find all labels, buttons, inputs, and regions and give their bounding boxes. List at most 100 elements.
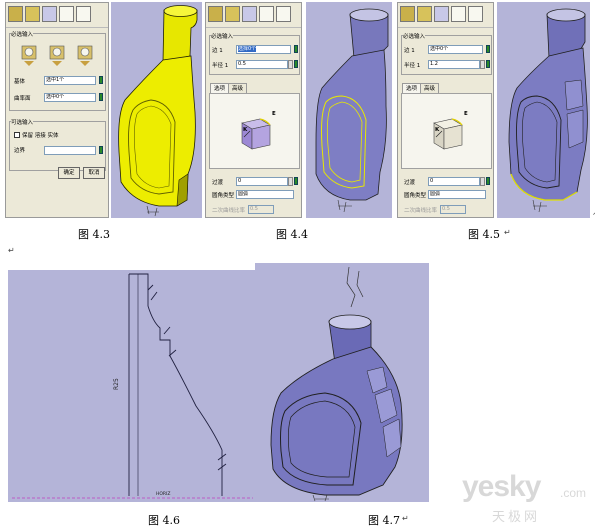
fillet-option-icons — [20, 43, 100, 67]
fillet-type-select[interactable]: 圆弧 — [428, 190, 486, 199]
radius-spinner[interactable] — [288, 60, 293, 69]
caption-4-7: 图 4.7 — [368, 514, 400, 527]
ratio-field[interactable]: 0.5 — [440, 205, 466, 214]
fillet-type-icon-1[interactable] — [21, 45, 37, 66]
body-field[interactable]: 选中1个 — [44, 76, 96, 85]
keep-checkbox-label: 保留 溶接 实体 — [22, 133, 59, 139]
cancel-button[interactable]: 取消 — [83, 167, 105, 179]
face-label: 曲率面 — [14, 96, 31, 102]
ratio-label: 二次曲线比率 — [212, 208, 246, 214]
radius-spinner[interactable] — [480, 60, 485, 69]
edge-select-indicator[interactable] — [294, 45, 298, 53]
edge-field[interactable]: 选中0个 — [428, 45, 483, 54]
transition-spinner[interactable] — [480, 177, 485, 186]
fillet-type-icon-2[interactable] — [49, 45, 65, 66]
toolbar-layers-icon[interactable] — [42, 6, 57, 22]
transition-field-value: 0 — [238, 178, 242, 184]
edge-field[interactable] — [44, 146, 96, 155]
viewport-3d[interactable] — [497, 2, 590, 218]
edge-select-indicator[interactable] — [99, 146, 103, 154]
ok-button[interactable]: 确定 — [58, 167, 80, 179]
edge-fillet-dialog-panel: 必选输入 边 1 选中0个 半径 1 1.2 选项 高级 E K 过渡 0 圆角… — [397, 2, 494, 218]
group-title-required: 必选输入 — [403, 32, 426, 40]
caption-4-5: 图 4.5 — [468, 228, 500, 241]
toolbar-tool-icon[interactable] — [225, 6, 240, 22]
edge-field[interactable]: 选择0个 — [236, 45, 291, 54]
edge-label: 边界 — [14, 148, 26, 154]
figure-4-4: 必选输入 边 1 选择0个 半径 1 0.5 选项 高级 E K 过渡 0 圆角… — [205, 2, 392, 218]
transition-spinner[interactable] — [288, 177, 293, 186]
transition-select-indicator[interactable] — [294, 177, 298, 185]
ratio-field[interactable]: 0.5 — [248, 205, 274, 214]
axis-k-label: K — [243, 127, 248, 133]
viewport-3d[interactable] — [306, 2, 392, 218]
toolbar-tool-icon[interactable] — [208, 6, 223, 22]
toolbar-notes-icon[interactable] — [468, 6, 483, 22]
edge-field-value: 选中0个 — [430, 46, 449, 52]
toolbar-tool-icon[interactable] — [8, 6, 23, 22]
face-field-value: 选中0个 — [46, 94, 65, 100]
toolbar-layers-icon[interactable] — [434, 6, 449, 22]
toolbar-layers-icon[interactable] — [242, 6, 257, 22]
required-input-group — [209, 35, 300, 75]
ratio-label: 二次曲线比率 — [404, 208, 438, 214]
edge-field-value: 选择0个 — [238, 46, 257, 52]
fillet-type-icon-3[interactable] — [77, 45, 93, 66]
edge-label: 边 1 — [212, 48, 223, 54]
body-field-value: 选中1个 — [46, 77, 65, 83]
tab-options[interactable]: 选项 — [210, 83, 230, 93]
tab-options[interactable]: 选项 — [402, 83, 422, 93]
radius-field[interactable]: 1.2 — [428, 60, 480, 69]
edge-select-indicator[interactable] — [486, 45, 490, 53]
face-field[interactable]: 选中0个 — [44, 93, 96, 102]
transition-field[interactable]: 0 — [428, 177, 480, 186]
radius-select-indicator[interactable] — [294, 60, 298, 68]
fillet-type-select[interactable]: 圆弧 — [236, 190, 294, 199]
ratio-field-value: 0.5 — [250, 206, 258, 212]
transition-label: 过渡 — [212, 180, 224, 186]
watermark-domain-text: .com — [560, 486, 587, 500]
toolbar-notes-icon[interactable] — [76, 6, 91, 22]
transition-field[interactable]: 0 — [236, 177, 288, 186]
tab-advanced[interactable]: 高级 — [228, 83, 248, 93]
figure-4-7 — [255, 263, 429, 502]
group-title-required: 必选输入 — [211, 32, 234, 40]
toolbar-tool-icon[interactable] — [25, 6, 40, 22]
radius-label: 半径 1 — [404, 63, 421, 69]
watermark-main-text: yesky — [462, 470, 541, 503]
fillet-type-label: 圆角类型 — [404, 193, 427, 199]
required-input-group — [401, 35, 492, 75]
viewport-3d[interactable] — [111, 2, 202, 218]
face-select-indicator[interactable] — [99, 93, 103, 101]
axis-e-label: E — [464, 111, 468, 117]
fillet-type-value: 圆弧 — [238, 191, 249, 197]
horiz-constraint-label: HORIZ — [156, 491, 170, 497]
radius-field-value: 1.2 — [430, 61, 438, 67]
keep-checkbox[interactable] — [14, 132, 20, 138]
final-bottle-model — [270, 266, 403, 502]
body-select-indicator[interactable] — [99, 76, 103, 84]
group-title-optional: 可选输入 — [11, 118, 34, 126]
toolbar-glasses-icon[interactable] — [59, 6, 74, 22]
tab-advanced[interactable]: 高级 — [420, 83, 440, 93]
radius-field[interactable]: 0.5 — [236, 60, 288, 69]
transition-label: 过渡 — [404, 180, 416, 186]
toolbar-notes-icon[interactable] — [276, 6, 291, 22]
dialog-toolbar — [206, 3, 301, 28]
caption-4-4: 图 4.4 — [276, 228, 308, 241]
toolbar-tool-icon[interactable] — [400, 6, 415, 22]
figure-4-5: 必选输入 边 1 选中0个 半径 1 1.2 选项 高级 E K 过渡 0 圆角… — [397, 2, 595, 218]
radius-select-indicator[interactable] — [486, 60, 490, 68]
figure-4-3: 必选输入 基体 选中1个 曲率面 选中0个 可选输入 保留 溶接 实体 边界 确… — [5, 2, 202, 218]
profile-outline — [129, 273, 223, 496]
fillet-type-value: 圆弧 — [430, 191, 441, 197]
toolbar-glasses-icon[interactable] — [259, 6, 274, 22]
fillet-type-icons — [21, 45, 93, 66]
toolbar-glasses-icon[interactable] — [451, 6, 466, 22]
edge-label: 边 1 — [404, 48, 415, 54]
transition-select-indicator[interactable] — [486, 177, 490, 185]
radius-field-value: 0.5 — [238, 61, 246, 67]
toolbar-tool-icon[interactable] — [417, 6, 432, 22]
fillet-preview-cube-icon — [241, 118, 271, 150]
return-mark: ↵ — [8, 246, 15, 255]
